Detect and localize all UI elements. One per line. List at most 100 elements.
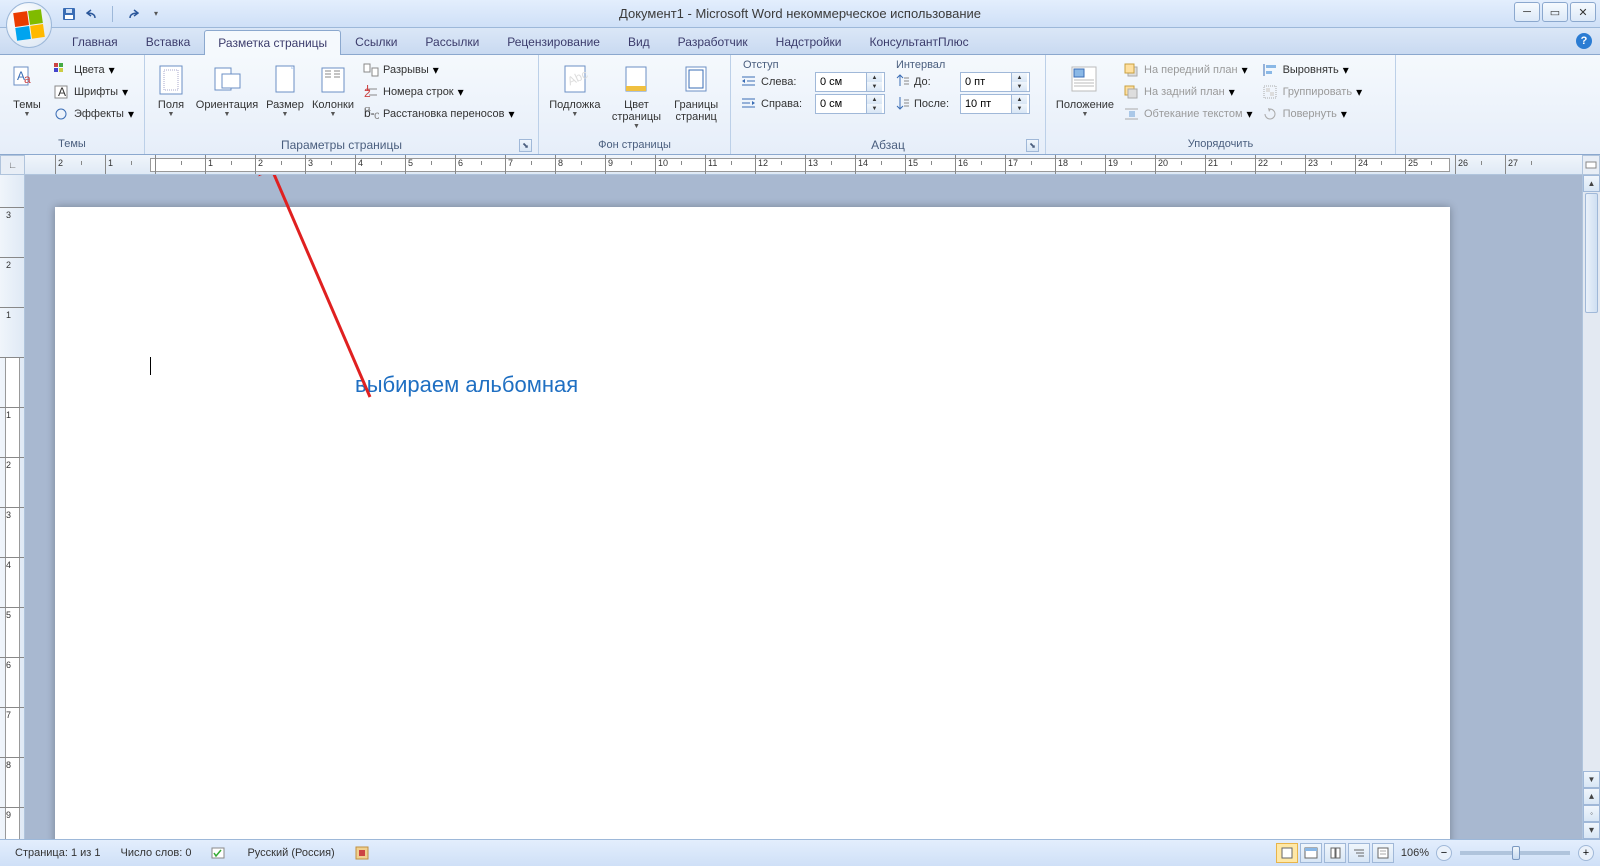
watermark-icon: Abc bbox=[559, 64, 591, 96]
line-numbers-button[interactable]: 12 Номера строк▾ bbox=[359, 81, 519, 103]
tab-references[interactable]: Ссылки bbox=[341, 29, 411, 54]
group-icon bbox=[1263, 84, 1279, 100]
page-borders-button[interactable]: Границы страниц bbox=[668, 59, 724, 135]
hyphenation-button[interactable]: b-ac Расстановка переносов▾ bbox=[359, 103, 519, 125]
spacing-after-input[interactable] bbox=[961, 98, 1011, 110]
bring-to-front-button[interactable]: На передний план▾ bbox=[1120, 59, 1257, 81]
spellcheck-icon bbox=[211, 846, 227, 860]
status-macro[interactable] bbox=[346, 843, 378, 864]
theme-effects-button[interactable]: Эффекты▾ bbox=[50, 103, 138, 125]
view-web-layout[interactable] bbox=[1324, 843, 1346, 863]
tab-selector[interactable]: ∟ bbox=[0, 155, 25, 175]
undo-icon[interactable] bbox=[84, 5, 102, 23]
save-icon[interactable] bbox=[60, 5, 78, 23]
scroll-thumb[interactable] bbox=[1585, 193, 1598, 313]
tab-mailings[interactable]: Рассылки bbox=[411, 29, 493, 54]
indent-right-input[interactable] bbox=[816, 98, 866, 110]
window-title: Документ1 - Microsoft Word некоммерческо… bbox=[619, 6, 981, 21]
prev-page-button[interactable]: ▴ bbox=[1583, 788, 1600, 805]
size-button[interactable]: Размер▼ bbox=[263, 59, 307, 134]
indent-left-input[interactable] bbox=[816, 76, 866, 88]
help-button[interactable]: ? bbox=[1576, 33, 1592, 49]
redo-icon[interactable] bbox=[123, 5, 141, 23]
tab-addins[interactable]: Надстройки bbox=[762, 29, 856, 54]
browse-object-button[interactable]: ◦ bbox=[1583, 805, 1600, 822]
document-area[interactable]: выбираем альбомная bbox=[25, 175, 1582, 839]
minimize-button[interactable]: ─ bbox=[1514, 2, 1540, 22]
spacing-before-input[interactable] bbox=[961, 76, 1011, 88]
spin-up[interactable]: ▲ bbox=[1012, 95, 1027, 104]
status-language[interactable]: Русский (Россия) bbox=[238, 843, 343, 864]
office-button[interactable] bbox=[6, 2, 52, 48]
tab-page-layout[interactable]: Разметка страницы bbox=[204, 30, 341, 55]
page[interactable]: выбираем альбомная bbox=[55, 207, 1450, 839]
position-button[interactable]: Положение▼ bbox=[1052, 59, 1118, 134]
zoom-slider[interactable] bbox=[1460, 851, 1570, 855]
view-full-screen[interactable] bbox=[1300, 843, 1322, 863]
tab-konsultant[interactable]: КонсультантПлюс bbox=[856, 29, 983, 54]
qat-customize-icon[interactable]: ▾ bbox=[147, 5, 165, 23]
spacing-before-spinner[interactable]: ▲▼ bbox=[960, 72, 1030, 92]
status-word-count[interactable]: Число слов: 0 bbox=[112, 843, 201, 864]
paragraph-dialog-launcher[interactable]: ⬊ bbox=[1026, 139, 1039, 152]
group-label-arrange: Упорядочить bbox=[1050, 136, 1391, 154]
theme-fonts-button[interactable]: A Шрифты▾ bbox=[50, 81, 138, 103]
breaks-button[interactable]: Разрывы▾ bbox=[359, 59, 519, 81]
themes-button[interactable]: Aa Темы ▼ bbox=[6, 59, 48, 134]
scroll-down-button[interactable]: ▼ bbox=[1583, 771, 1600, 788]
spin-up[interactable]: ▲ bbox=[867, 73, 882, 82]
scroll-up-button[interactable]: ▲ bbox=[1583, 175, 1600, 192]
spacing-before-icon bbox=[894, 74, 910, 90]
rotate-button[interactable]: Повернуть▾ bbox=[1259, 103, 1367, 125]
indent-right-icon bbox=[741, 96, 757, 112]
next-page-button[interactable]: ▾ bbox=[1583, 822, 1600, 839]
tab-insert[interactable]: Вставка bbox=[132, 29, 205, 54]
title-bar: ▾ Документ1 - Microsoft Word некоммерчес… bbox=[0, 0, 1600, 28]
group-button[interactable]: Группировать▾ bbox=[1259, 81, 1367, 103]
orientation-button[interactable]: Ориентация▼ bbox=[193, 59, 261, 134]
close-button[interactable]: ✕ bbox=[1570, 2, 1596, 22]
tab-developer[interactable]: Разработчик bbox=[664, 29, 762, 54]
spin-down[interactable]: ▼ bbox=[867, 82, 882, 91]
group-arrange: Положение▼ На передний план▾ На задний п… bbox=[1046, 55, 1396, 154]
indent-right-spinner[interactable]: ▲▼ bbox=[815, 94, 885, 114]
spin-up[interactable]: ▲ bbox=[867, 95, 882, 104]
status-page[interactable]: Страница: 1 из 1 bbox=[6, 843, 110, 864]
view-print-layout[interactable] bbox=[1276, 843, 1298, 863]
tab-home[interactable]: Главная bbox=[58, 29, 132, 54]
spin-up[interactable]: ▲ bbox=[1012, 73, 1027, 82]
zoom-out-button[interactable]: − bbox=[1436, 845, 1452, 861]
group-page-setup: Поля▼ Ориентация▼ Размер▼ Колонки▼ Разры… bbox=[145, 55, 539, 154]
indent-left-spinner[interactable]: ▲▼ bbox=[815, 72, 885, 92]
watermark-button[interactable]: Abc Подложка▼ bbox=[545, 59, 605, 135]
spin-down[interactable]: ▼ bbox=[867, 104, 882, 113]
view-outline[interactable] bbox=[1348, 843, 1370, 863]
rotate-icon bbox=[1263, 106, 1279, 122]
spacing-after-icon bbox=[894, 96, 910, 112]
status-spellcheck[interactable] bbox=[202, 843, 236, 864]
vertical-scrollbar[interactable]: ▲ ▼ ▴ ◦ ▾ bbox=[1582, 175, 1600, 839]
page-color-button[interactable]: Цвет страницы▼ bbox=[607, 59, 667, 135]
vertical-ruler[interactable]: 321123456789 bbox=[0, 175, 25, 839]
spin-down[interactable]: ▼ bbox=[1012, 82, 1027, 91]
columns-button[interactable]: Колонки▼ bbox=[309, 59, 357, 134]
restore-button[interactable]: ▭ bbox=[1542, 2, 1568, 22]
zoom-in-button[interactable]: + bbox=[1578, 845, 1594, 861]
align-button[interactable]: Выровнять▾ bbox=[1259, 59, 1367, 81]
tab-review[interactable]: Рецензирование bbox=[493, 29, 614, 54]
text-cursor bbox=[150, 357, 151, 375]
theme-colors-button[interactable]: Цвета▾ bbox=[50, 59, 138, 81]
spacing-after-spinner[interactable]: ▲▼ bbox=[960, 94, 1030, 114]
status-bar: Страница: 1 из 1 Число слов: 0 Русский (… bbox=[0, 839, 1600, 866]
view-draft[interactable] bbox=[1372, 843, 1394, 863]
zoom-slider-thumb[interactable] bbox=[1512, 846, 1520, 860]
tab-view[interactable]: Вид bbox=[614, 29, 664, 54]
margins-button[interactable]: Поля▼ bbox=[151, 59, 191, 134]
horizontal-ruler[interactable]: 2112345678910111213141516171819202122232… bbox=[25, 155, 1582, 175]
zoom-level[interactable]: 106% bbox=[1396, 843, 1434, 864]
send-to-back-button[interactable]: На задний план▾ bbox=[1120, 81, 1257, 103]
pagesetup-dialog-launcher[interactable]: ⬊ bbox=[519, 139, 532, 152]
spin-down[interactable]: ▼ bbox=[1012, 104, 1027, 113]
text-wrap-button[interactable]: Обтекание текстом▾ bbox=[1120, 103, 1257, 125]
ruler-toggle-button[interactable] bbox=[1582, 155, 1600, 175]
